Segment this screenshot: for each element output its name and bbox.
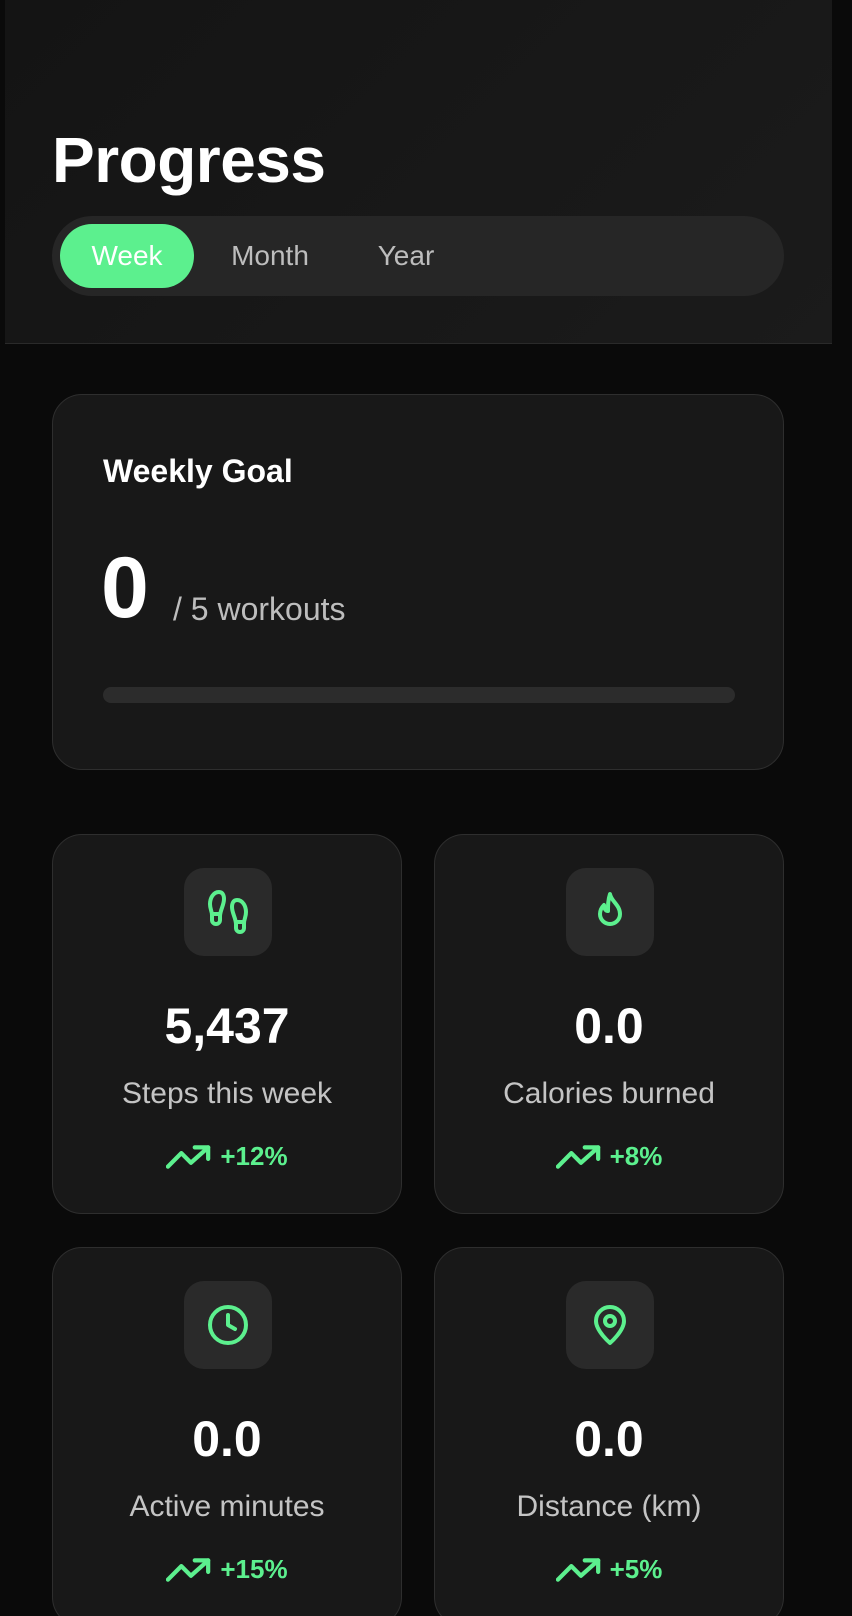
trending-up-icon [166,1557,211,1582]
flame-icon [598,892,622,926]
stat-icon-box [566,1281,654,1369]
stat-trend-value: +15% [220,1554,288,1584]
stat-label: Distance (km) [516,1490,702,1523]
stat-trend-value: +8% [609,1141,663,1171]
tab-year[interactable]: Year [354,224,458,288]
stat-trend: +5% [435,1554,783,1585]
tab-month[interactable]: Month [214,224,326,288]
stat-label: Active minutes [129,1490,325,1523]
trending-up-icon [555,1144,600,1169]
map-pin-icon [594,1305,626,1345]
stat-label: Calories burned [503,1077,715,1110]
stat-icon-box [184,868,272,956]
weekly-goal-progress-bar [103,687,735,703]
weekly-goal-title: Weekly Goal [103,453,293,489]
stat-trend-value: +12% [220,1141,288,1171]
stat-value: 0.0 [574,998,644,1054]
progress-header: Progress Week Month Year [5,0,832,344]
stat-value: 0.0 [574,1411,644,1467]
stat-icon-box [184,1281,272,1369]
trending-up-icon [555,1557,600,1582]
stat-card-steps[interactable]: 5,437 Steps this week +12% [52,834,402,1214]
stat-label: Steps this week [121,1077,333,1110]
stat-trend: +8% [435,1141,783,1172]
stat-trend: +12% [53,1141,401,1172]
stat-value: 5,437 [164,998,290,1054]
weekly-goal-count: 0 [101,540,149,636]
trending-up-icon [166,1144,211,1169]
stat-trend: +15% [53,1554,401,1585]
weekly-goal-card: Weekly Goal 0 / 5 workouts [52,394,784,770]
weekly-goal-target: / 5 workouts [173,591,346,627]
stat-card-distance[interactable]: 0.0 Distance (km) +5% [434,1247,784,1616]
stat-icon-box [566,868,654,956]
progress-screen: Progress Week Month Year Weekly Goal 0 /… [0,0,852,1616]
footprints-icon [207,890,249,934]
stat-trend-value: +5% [609,1554,663,1584]
tab-week[interactable]: Week [60,224,194,288]
page-title: Progress [52,124,326,196]
clock-icon [208,1305,248,1345]
stat-value: 0.0 [192,1411,262,1467]
period-selector: Week Month Year [52,216,784,296]
stat-card-calories[interactable]: 0.0 Calories burned +8% [434,834,784,1214]
stat-card-active-minutes[interactable]: 0.0 Active minutes +15% [52,1247,402,1616]
